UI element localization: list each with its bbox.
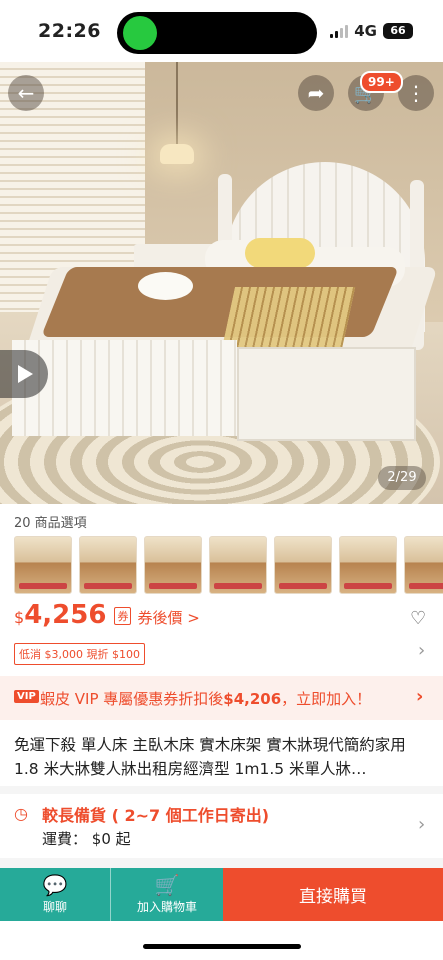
- status-indicators: 4G 66: [330, 22, 413, 40]
- variant-thumbnails: [14, 536, 443, 594]
- vip-text-prefix: 蝦皮 VIP 專屬優惠券折扣後: [40, 690, 224, 708]
- variant-thumbnail[interactable]: [209, 536, 267, 594]
- vip-amount: $4,206: [223, 690, 282, 708]
- chevron-right-icon[interactable]: ›: [418, 814, 425, 835]
- variant-thumbnail[interactable]: [404, 536, 443, 594]
- price-row: $ 4,256 券 券後價 >: [14, 600, 200, 634]
- link-icon: [123, 16, 157, 50]
- price-currency: $: [14, 608, 25, 627]
- variant-thumbnail[interactable]: [79, 536, 137, 594]
- chat-button[interactable]: 💬 聊聊: [0, 868, 110, 921]
- variant-count-label: 20 商品選項: [14, 516, 87, 531]
- shipping-fee: 運費： $0 起: [42, 828, 131, 849]
- status-bar: 22:26 4G 66: [0, 0, 443, 62]
- vip-banner[interactable]: VIP 蝦皮 VIP 專屬優惠券折扣後$4,206，立即加入！ ›: [0, 676, 443, 720]
- drawer: [237, 347, 416, 441]
- dynamic-island: [117, 12, 317, 54]
- shipping-fee-value: $0 起: [91, 830, 131, 848]
- flower-cushion: [138, 272, 193, 300]
- battery-icon: 66: [383, 23, 413, 39]
- chevron-right-icon: ›: [416, 686, 424, 707]
- status-time: 22:26: [38, 20, 101, 42]
- home-indicator: [143, 944, 301, 949]
- product-title: 免運下殺 單人床 主臥木床 實木床架 實木牀現代簡約家用 1.8 米大牀雙人牀出…: [14, 736, 406, 778]
- signal-icon: [330, 24, 349, 38]
- variant-thumbnail[interactable]: [14, 536, 72, 594]
- lamp: [160, 144, 194, 164]
- footboard: [12, 340, 237, 436]
- share-icon[interactable]: ➦: [298, 75, 334, 111]
- buy-now-button[interactable]: 直接購買: [223, 868, 443, 921]
- after-coupon-price-link[interactable]: 券後價 >: [137, 607, 199, 628]
- promo-tag[interactable]: 低消 $3,000 現折 $100: [14, 643, 145, 665]
- shipping-fee-label: 運費：: [42, 830, 88, 848]
- vip-text: 蝦皮 VIP 專屬優惠券折扣後$4,206，立即加入！: [40, 688, 371, 709]
- variant-thumbnail[interactable]: [339, 536, 397, 594]
- more-vertical-icon[interactable]: ⋮: [398, 75, 434, 111]
- shipping-title[interactable]: 較長備貨 ( 2~7 個工作日寄出): [42, 802, 269, 826]
- product-image-carousel[interactable]: ← ➦ 🛒 ⋮ 99+ 2/29: [0, 62, 443, 504]
- add-cart-icon: 🛒: [154, 873, 180, 897]
- add-to-cart-button[interactable]: 🛒 加入購物車: [110, 868, 223, 921]
- arrow-left-icon[interactable]: ←: [8, 75, 44, 111]
- image-counter: 2/29: [378, 466, 426, 490]
- add-to-cart-label: 加入購物車: [136, 900, 197, 914]
- variant-thumbnail[interactable]: [144, 536, 202, 594]
- heart-icon[interactable]: ♡: [410, 608, 426, 629]
- chat-label: 聊聊: [42, 900, 67, 914]
- chevron-right-icon[interactable]: ›: [418, 640, 425, 661]
- cart-badge: 99+: [360, 71, 403, 93]
- section-divider: [0, 858, 443, 868]
- chat-icon: 💬: [42, 873, 68, 897]
- variant-thumbnail[interactable]: [274, 536, 332, 594]
- section-divider: [0, 786, 443, 794]
- vip-text-suffix: ，立即加入！: [281, 690, 372, 708]
- vip-badge: VIP: [14, 690, 39, 703]
- bottom-action-bar: 💬 聊聊 🛒 加入購物車 直接購買: [0, 868, 443, 921]
- lamp-cord: [176, 62, 178, 144]
- network-label: 4G: [354, 22, 377, 40]
- play-icon[interactable]: [0, 350, 48, 398]
- yellow-pillow: [245, 238, 315, 268]
- price-amount: 4,256: [24, 600, 107, 630]
- coupon-icon: 券: [114, 607, 132, 625]
- clock-icon: ◷: [14, 804, 28, 823]
